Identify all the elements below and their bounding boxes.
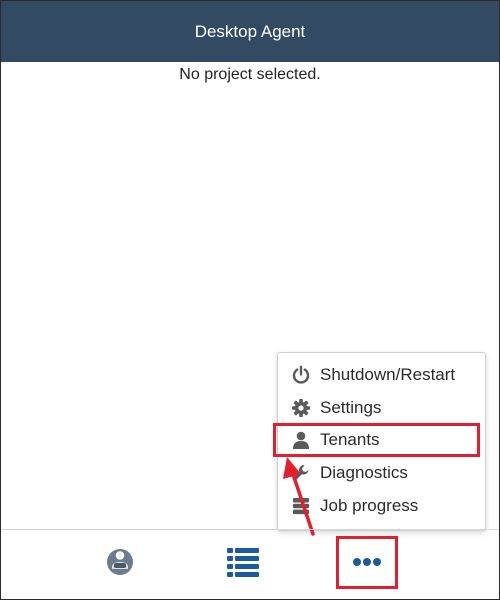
menu-item-diagnostics[interactable]: Diagnostics (278, 457, 485, 489)
wrench-icon (290, 462, 312, 484)
app-window: Desktop Agent No project selected. Shutd… (0, 0, 500, 600)
menu-item-label: Shutdown/Restart (320, 365, 456, 384)
more-icon (352, 554, 382, 572)
menu-item-label: Settings (320, 398, 382, 417)
user-icon (290, 429, 312, 451)
menu-item-settings[interactable]: Settings (278, 392, 485, 424)
title-bar: Desktop Agent (1, 1, 499, 62)
app-title: Desktop Agent (194, 21, 306, 41)
power-icon (290, 364, 312, 386)
list-tab[interactable] (210, 530, 276, 599)
agent-icon (104, 546, 136, 583)
menu-item-label: Tenants (320, 430, 380, 449)
menu-item-shutdown-restart[interactable]: Shutdown/Restart (278, 359, 485, 391)
no-project-message: No project selected. (179, 66, 321, 83)
agent-status-tab[interactable] (87, 530, 153, 599)
menu-item-job-progress[interactable]: Job progress (278, 490, 485, 522)
menu-item-tenants[interactable]: Tenants (278, 424, 485, 456)
more-tab[interactable] (336, 536, 398, 589)
gear-icon (290, 397, 312, 419)
database-icon (290, 495, 312, 517)
menu-item-label: Job progress (320, 496, 419, 515)
list-icon (227, 547, 259, 582)
menu-item-label: Diagnostics (320, 463, 408, 482)
more-menu: Shutdown/Restart Settings Tenants Diagno… (277, 352, 486, 531)
bottom-tab-bar (1, 530, 499, 599)
